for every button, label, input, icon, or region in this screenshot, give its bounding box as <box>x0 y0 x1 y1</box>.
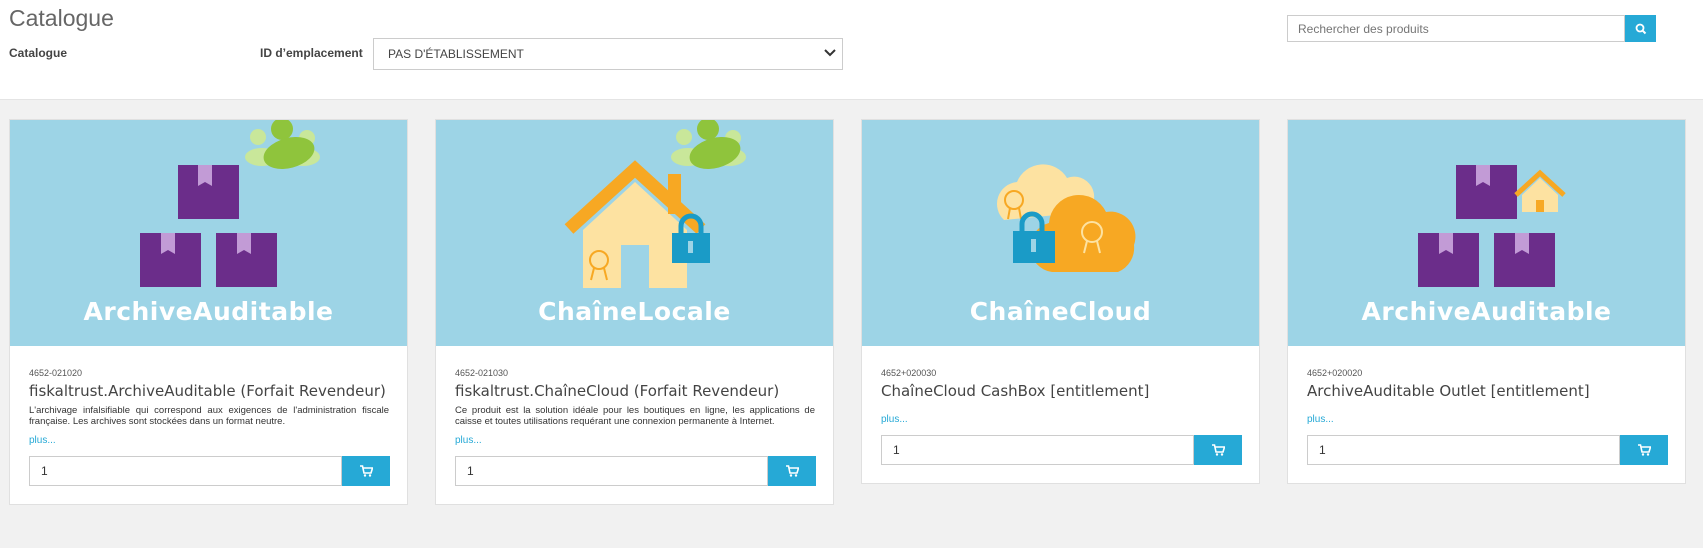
product-description: L'archivage infalsifiable qui correspond… <box>29 405 389 427</box>
product-image[interactable]: ArchiveAuditable <box>1288 120 1685 346</box>
image-caption: ChaîneCloud <box>969 297 1152 326</box>
search-button[interactable] <box>1625 15 1656 42</box>
cart-icon <box>785 465 799 477</box>
product-sku: 4652-021020 <box>29 368 83 378</box>
more-link[interactable]: plus... <box>29 435 389 446</box>
top-bar: Catalogue Catalogue ID d’emplacement PAS… <box>0 0 1703 100</box>
product-sku: 4652-021030 <box>455 368 509 378</box>
product-details: 4652-021020 fiskaltrust.ArchiveAuditable… <box>10 346 407 504</box>
location-id-label: ID d’emplacement <box>260 46 363 60</box>
product-name[interactable]: fiskaltrust.ChaîneCloud (Forfait Revende… <box>455 382 815 400</box>
house-icon <box>1514 169 1566 212</box>
product-image[interactable]: ChaîneCloud <box>862 120 1259 346</box>
product-card: ChaîneLocale 4652-021030 fiskaltrust.Cha… <box>435 119 834 505</box>
add-to-cart-row <box>455 456 816 486</box>
more-link[interactable]: plus... <box>455 435 815 446</box>
product-details: 4652-021030 fiskaltrust.ChaîneCloud (For… <box>436 346 833 504</box>
product-search <box>1287 15 1656 42</box>
chevron-down-icon <box>824 49 836 57</box>
product-details: 4652+020020 ArchiveAuditable Outlet [ent… <box>1288 346 1685 483</box>
quantity-input[interactable] <box>29 456 342 486</box>
more-link[interactable]: plus... <box>881 414 1241 425</box>
add-to-cart-button[interactable] <box>768 456 816 486</box>
cart-icon <box>1211 444 1225 456</box>
add-to-cart-row <box>29 456 390 486</box>
lock-icon <box>1013 211 1055 263</box>
image-caption: ChaîneLocale <box>538 297 731 326</box>
product-image[interactable]: ArchiveAuditable <box>10 120 407 346</box>
product-image[interactable]: ChaîneLocale <box>436 120 833 346</box>
product-description: Ce produit est la solution idéale pour l… <box>455 405 815 427</box>
more-link[interactable]: plus... <box>1307 414 1667 425</box>
add-to-cart-row <box>881 435 1242 465</box>
product-details: 4652+020030 ChaîneCloud CashBox [entitle… <box>862 346 1259 483</box>
add-to-cart-button[interactable] <box>1620 435 1668 465</box>
search-input[interactable] <box>1287 15 1625 42</box>
image-caption: ArchiveAuditable <box>83 297 334 326</box>
cart-icon <box>1637 444 1651 456</box>
page-title: Catalogue <box>9 5 114 31</box>
product-sku: 4652+020020 <box>1307 368 1363 378</box>
product-sku: 4652+020030 <box>881 368 937 378</box>
product-card: ArchiveAuditable 4652+020020 ArchiveAudi… <box>1287 119 1686 484</box>
product-name[interactable]: ArchiveAuditable Outlet [entitlement] <box>1307 382 1667 400</box>
product-card: ArchiveAuditable 4652-021020 fiskaltrust… <box>9 119 408 505</box>
location-select-value: PAS D'ÉTABLISSEMENT <box>388 47 524 61</box>
image-caption: ArchiveAuditable <box>1361 297 1612 326</box>
quantity-input[interactable] <box>881 435 1194 465</box>
add-to-cart-button[interactable] <box>342 456 390 486</box>
people-icon <box>245 120 320 169</box>
product-card: ChaîneCloud 4652+020030 ChaîneCloud Cash… <box>861 119 1260 484</box>
add-to-cart-row <box>1307 435 1668 465</box>
people-icon <box>671 120 746 169</box>
quantity-input[interactable] <box>1307 435 1620 465</box>
cart-icon <box>359 465 373 477</box>
location-select[interactable]: PAS D'ÉTABLISSEMENT <box>373 38 843 70</box>
product-name[interactable]: fiskaltrust.ArchiveAuditable (Forfait Re… <box>29 382 389 400</box>
add-to-cart-button[interactable] <box>1194 435 1242 465</box>
catalogue-filter-label: Catalogue <box>9 46 68 60</box>
box-icon <box>140 165 277 287</box>
product-name[interactable]: ChaîneCloud CashBox [entitlement] <box>881 382 1241 400</box>
search-icon <box>1635 23 1646 34</box>
quantity-input[interactable] <box>455 456 768 486</box>
